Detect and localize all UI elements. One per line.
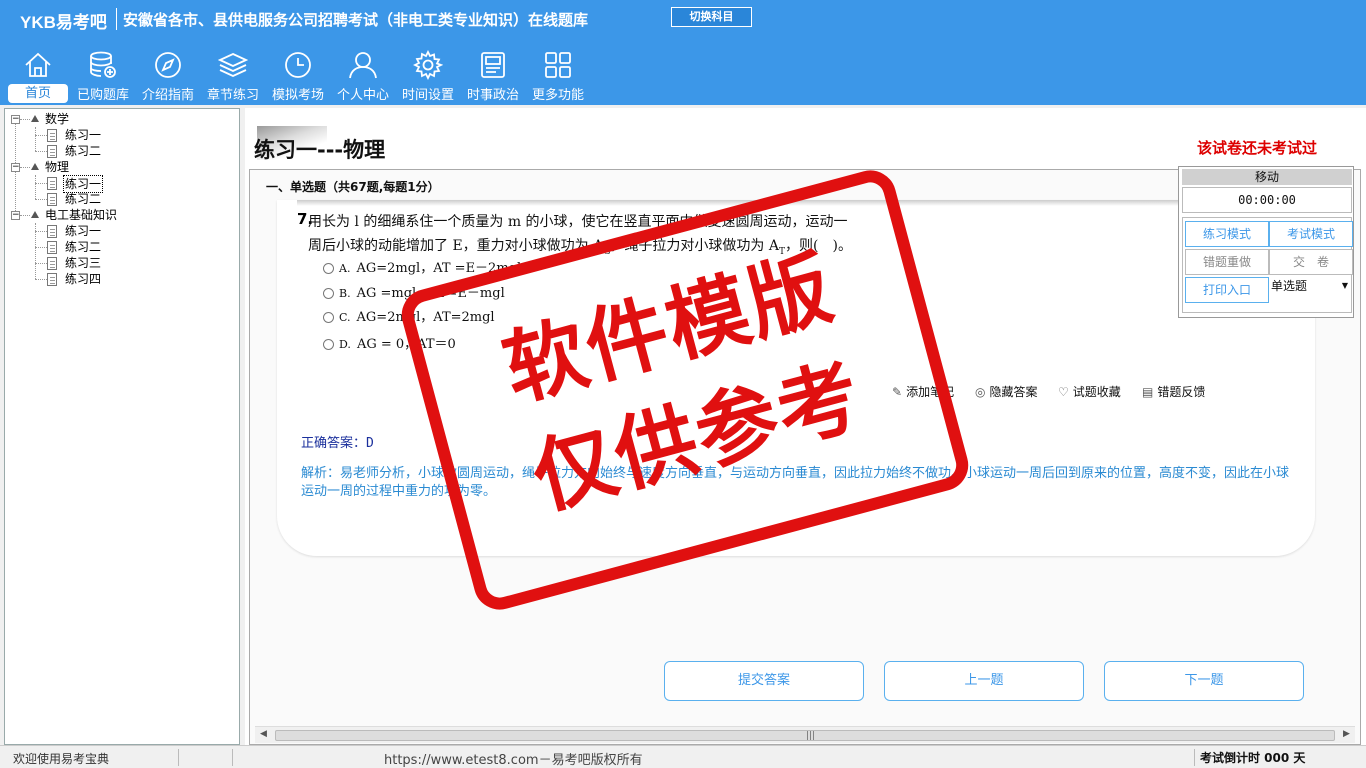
nav-label: 模拟考场: [271, 88, 324, 103]
title-separator: [116, 8, 117, 30]
nav-label: 介绍指南: [141, 88, 194, 103]
exam-status-text: 该试卷还未考试过: [1197, 139, 1318, 157]
print-button[interactable]: 打印入口: [1185, 277, 1269, 303]
folder-icon: [31, 115, 39, 122]
status-welcome: 欢迎使用易考宝典: [13, 752, 110, 766]
hand-in-button[interactable]: 交 卷: [1269, 249, 1353, 275]
nav-home[interactable]: 首页: [6, 46, 70, 104]
tree-toggle[interactable]: −: [11, 211, 20, 220]
favorite-button[interactable]: ♡ 试题收藏: [1058, 383, 1121, 400]
app-title: 安徽省各市、县供电服务公司招聘考试（非电工类专业知识）在线题库: [123, 11, 589, 29]
page-title: 练习一---物理: [254, 138, 386, 162]
document-icon: [47, 177, 57, 190]
clock-icon: [285, 52, 311, 78]
prev-question-button[interactable]: 上一题: [884, 661, 1084, 701]
nav-label: 已购题库: [76, 88, 129, 103]
radio-button[interactable]: [323, 312, 334, 323]
home-icon: [25, 52, 51, 77]
scroll-right-icon[interactable]: ▶: [1343, 729, 1350, 739]
feedback-icon: ▤: [1142, 385, 1154, 399]
nav-current-affairs[interactable]: 时事政治: [461, 46, 525, 104]
nav-label: 时间设置: [401, 88, 454, 103]
heart-icon: ♡: [1058, 385, 1069, 399]
nav-mock-exam[interactable]: 模拟考场: [266, 46, 330, 104]
nav-chapter[interactable]: 章节练习: [201, 46, 265, 104]
radio-button[interactable]: [323, 263, 334, 274]
practice-mode-button[interactable]: 练习模式: [1185, 221, 1269, 247]
news-icon: [481, 52, 505, 78]
nav-label: 更多功能: [531, 88, 584, 103]
folder-icon: [31, 211, 39, 218]
nav-label: 章节练习: [206, 88, 259, 103]
radio-button[interactable]: [323, 339, 334, 350]
submit-answer-button[interactable]: 提交答案: [664, 661, 864, 701]
exam-mode-button[interactable]: 考试模式: [1269, 221, 1353, 247]
nav-purchased[interactable]: 已购题库: [71, 46, 135, 104]
gear-icon: [413, 50, 443, 80]
nav-guide[interactable]: 介绍指南: [136, 46, 200, 104]
nav-profile[interactable]: 个人中心: [331, 46, 395, 104]
nav-time-settings[interactable]: 时间设置: [396, 46, 460, 104]
database-plus-icon: [90, 51, 116, 78]
tree-toggle[interactable]: −: [11, 115, 20, 124]
document-icon: [47, 241, 57, 254]
hide-answer-button[interactable]: ◎ 隐藏答案: [975, 383, 1038, 400]
document-icon: [47, 193, 57, 206]
app-window: YKB易考吧 安徽省各市、县供电服务公司招聘考试（非电工类专业知识）在线题库 切…: [0, 0, 1366, 768]
exam-control-panel: 移动 00:00:00 练习模式 考试模式 错题重做 交 卷 打印入口 单选题 ▼: [1178, 166, 1354, 318]
status-copyright: https://www.etest8.com－易考吧版权所有: [384, 753, 643, 768]
timer-display: 00:00:00: [1182, 187, 1352, 213]
switch-subject-button[interactable]: 切换科目: [671, 7, 752, 27]
nav-label: 个人中心: [336, 88, 389, 103]
nav-label: 首页: [8, 84, 68, 103]
scrollbar-thumb[interactable]: |||: [275, 730, 1335, 741]
user-icon: [349, 52, 377, 79]
correct-answer: 正确答案：D: [301, 436, 374, 451]
document-icon: [47, 129, 57, 142]
panel-move-handle[interactable]: 移动: [1182, 169, 1352, 185]
logo: YKB易考吧: [20, 13, 107, 32]
folder-icon: [31, 163, 39, 170]
tree-toggle[interactable]: −: [11, 163, 20, 172]
exam-countdown: 考试倒计时 000 天: [1200, 751, 1306, 765]
grid-icon: [545, 52, 571, 78]
horizontal-scrollbar[interactable]: ◀ ||| ▶: [255, 726, 1355, 743]
question-type-select[interactable]: 单选题 ▼: [1271, 273, 1351, 299]
document-icon: [47, 225, 57, 238]
nav-more[interactable]: 更多功能: [526, 46, 590, 104]
eye-icon: ◎: [975, 385, 986, 399]
redo-wrong-button[interactable]: 错题重做: [1185, 249, 1269, 275]
next-question-button[interactable]: 下一题: [1104, 661, 1304, 701]
document-icon: [47, 257, 57, 270]
dropdown-arrow-icon: ▼: [1341, 281, 1348, 290]
feedback-button[interactable]: ▤ 错题反馈: [1142, 383, 1205, 400]
compass-icon: [155, 52, 181, 78]
scroll-left-icon[interactable]: ◀: [260, 729, 267, 739]
header: YKB易考吧 安徽省各市、县供电服务公司招聘考试（非电工类专业知识）在线题库 切…: [0, 0, 1366, 105]
radio-button[interactable]: [323, 288, 334, 299]
status-bar: 欢迎使用易考宝典 https://www.etest8.com－易考吧版权所有 …: [0, 745, 1366, 768]
nav-label: 时事政治: [466, 88, 519, 103]
document-icon: [47, 145, 57, 158]
layers-icon: [218, 53, 248, 77]
subject-tree: − 数学 练习一 练习二 − 物理 练习一 练习二 − 电工基础知识 练习一 练…: [4, 108, 240, 745]
document-icon: [47, 273, 57, 286]
section-title: 一、单选题（共67题,每题1分）: [266, 180, 440, 194]
